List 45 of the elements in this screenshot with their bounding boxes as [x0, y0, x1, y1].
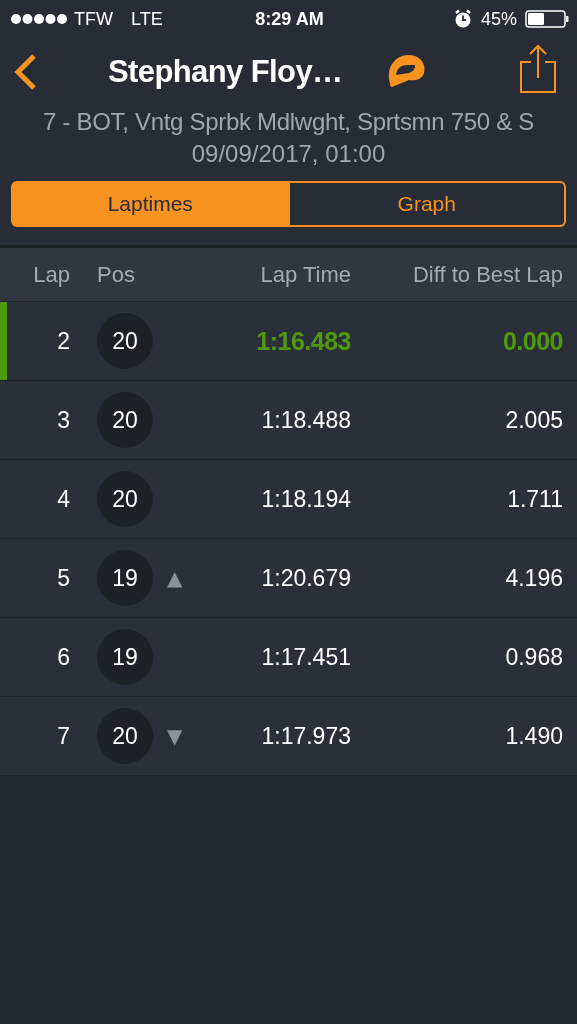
table-cell-text: 1:17.451 [260, 643, 351, 671]
column-header: Lap Time [259, 261, 351, 288]
driver-name: Stephany Floy… [108, 54, 343, 90]
battery-icon [525, 9, 569, 29]
table-cell-text: 4.196 [504, 564, 563, 592]
table-cell-text: 2 [56, 327, 70, 355]
column-header: Diff to Best Lap [412, 261, 563, 288]
column-header: Lap [32, 261, 70, 288]
table-cell-text: 6 [56, 643, 70, 671]
back-button[interactable] [12, 53, 38, 91]
position-change-marker: ▼ [167, 724, 183, 748]
table-cell-text: 1:20.679 [260, 564, 351, 592]
table-cell-text: 4 [56, 485, 70, 513]
battery-percent: 45% [480, 8, 517, 30]
session-date: 09/09/2017, 01:00 [0, 138, 577, 170]
table-cell-text: 2.005 [504, 406, 563, 434]
clock-time: 8:29 AM [255, 8, 324, 30]
table-cell-text: 1:17.973 [260, 722, 351, 750]
share-button[interactable] [519, 44, 557, 94]
share-icon [519, 44, 557, 94]
network-type: LTE [131, 8, 163, 30]
table-cell-text: 1:18.488 [260, 406, 351, 434]
tab[interactable]: Laptimes [11, 181, 290, 227]
table-cell-text: 1.490 [504, 722, 563, 750]
signal-icon [10, 13, 68, 25]
table-cell-text: 0.968 [504, 643, 563, 671]
carrier-name: TFW [74, 8, 113, 30]
table-cell-text: 1:16.483 [255, 326, 351, 356]
position-change-marker: ▲ [167, 566, 183, 590]
tab[interactable]: Graph [289, 181, 566, 227]
table-cell-text: 7 [56, 722, 70, 750]
position-badge: 20 [97, 708, 153, 764]
table-cell-text: 0.000 [501, 326, 563, 356]
table-cell-text: 3 [56, 406, 70, 434]
back-icon [12, 53, 38, 91]
position-badge: 19 [97, 550, 153, 606]
position-badge: 20 [97, 313, 153, 369]
position-badge: 20 [97, 471, 153, 527]
table-cell-text: 1.711 [506, 485, 563, 513]
position-badge: 19 [97, 629, 153, 685]
session-name: 7 - BOT, Vntg Sprbk Mdlwght, Sprtsmn 750 & S [0, 106, 577, 138]
table-cell-text: 1:18.194 [260, 485, 351, 513]
column-header: Pos [97, 261, 136, 288]
table-cell-text: 5 [56, 564, 70, 592]
position-badge: 20 [97, 392, 153, 448]
